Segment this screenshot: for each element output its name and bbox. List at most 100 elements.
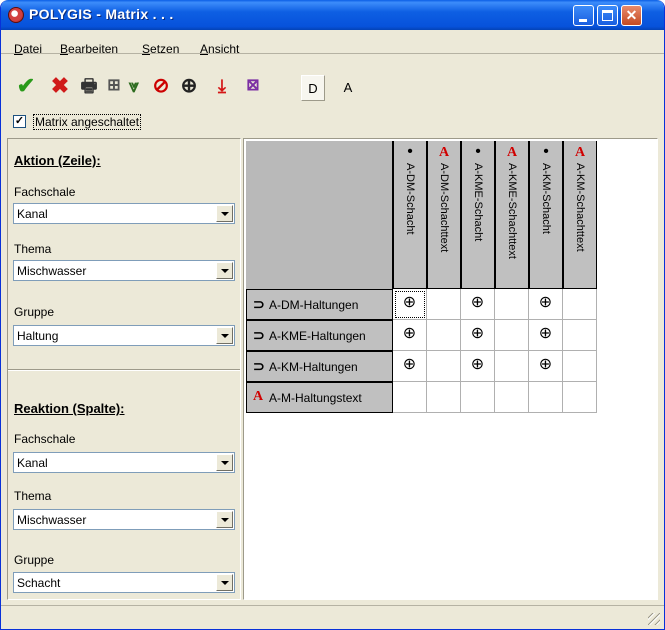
matrix-cell[interactable] [495, 320, 529, 351]
matrix-cell[interactable] [427, 289, 461, 320]
matrix-cell[interactable] [495, 351, 529, 382]
chevron-down-icon[interactable] [216, 262, 233, 279]
action-fachschale-value: Kanal [17, 207, 48, 221]
line-icon: ⊃ [253, 327, 265, 343]
column-header[interactable]: • A-KM-Schacht [529, 141, 563, 289]
reaction-thema-label: Thema [14, 489, 52, 503]
menu-bearbeiten-key: B [60, 42, 69, 56]
matrix-corner [246, 141, 393, 289]
menu-bearbeiten[interactable]: Bearbeiten [60, 43, 118, 55]
close-button[interactable]: ✕ [621, 5, 642, 26]
column-header[interactable]: • A-KME-Schacht [461, 141, 495, 289]
app-icon[interactable] [8, 7, 24, 23]
chevron-down-icon[interactable] [216, 574, 233, 591]
matrix-cell[interactable] [563, 320, 597, 351]
matrix-cell[interactable] [427, 320, 461, 351]
matrix-cell[interactable] [393, 382, 427, 413]
matrix-cell[interactable]: ⊕ [529, 351, 563, 382]
matrix-cell[interactable] [461, 382, 495, 413]
matrix-cell[interactable]: ⊕ [461, 320, 495, 351]
stop-icon[interactable]: ⊘ [150, 75, 172, 97]
matrix-cell[interactable]: ⊕ [393, 351, 427, 382]
minimize-icon [579, 19, 587, 22]
matrix-cell[interactable]: ⊕ [461, 289, 495, 320]
column-header[interactable]: • A-DM-Schacht [393, 141, 427, 289]
matrix-cell[interactable]: ⊕ [393, 320, 427, 351]
matrix-cell[interactable]: ⊕ [461, 351, 495, 382]
matrix-toggle-checkbox[interactable]: ✓ [13, 115, 26, 128]
column-header[interactable]: A A-DM-Schachttext [427, 141, 461, 289]
matrix-cell[interactable] [427, 382, 461, 413]
text-a-icon: A [574, 145, 586, 160]
matrix-cell[interactable] [563, 351, 597, 382]
reaction-gruppe-label: Gruppe [14, 553, 55, 567]
action-gruppe-select[interactable]: Haltung [13, 325, 235, 346]
matrix-cell[interactable] [563, 289, 597, 320]
matrix-cell[interactable]: ⊕ [393, 289, 427, 320]
row-header[interactable]: ⊃ A-KME-Haltungen [246, 320, 393, 351]
section-divider [8, 369, 240, 371]
cancel-x-icon[interactable]: ✖ [49, 75, 71, 97]
chevron-down-icon[interactable] [216, 454, 233, 471]
chevron-down-icon[interactable] [216, 327, 233, 344]
action-thema-value: Mischwasser [17, 264, 87, 278]
ok-check-icon[interactable]: ✔ [15, 75, 37, 97]
reaction-gruppe-select[interactable]: Schacht [13, 572, 235, 593]
a-toggle-button[interactable]: A [337, 75, 359, 97]
matrix-cell[interactable]: ⊕ [529, 289, 563, 320]
action-fachschale-select[interactable]: Kanal [13, 203, 235, 224]
line-icon: ⊃ [253, 358, 265, 374]
action-fachschale-label: Fachschale [14, 185, 76, 199]
menu-ansicht-key: A [200, 42, 209, 56]
text-a-icon: A [438, 145, 450, 160]
menu-bar: Datei Bearbeiten Setzen Ansicht [1, 30, 664, 55]
row-header[interactable]: ⊃ A-DM-Haltungen [246, 289, 393, 320]
reaction-fachschale-label: Fachschale [14, 432, 76, 446]
menu-datei[interactable]: Datei [14, 43, 42, 55]
matrix-cell[interactable] [495, 382, 529, 413]
column-label: A-KME-Schacht [472, 163, 484, 242]
funnel-icon[interactable]: ⩔ [123, 75, 145, 97]
hierarchy-icon[interactable]: ⊞ [103, 75, 125, 97]
print-icon[interactable]: 🖶 [78, 75, 100, 97]
reaction-title: Reaktion (Spalte): [14, 401, 125, 416]
line-icon: ⊃ [253, 296, 265, 312]
column-label: A-KM-Schacht [540, 163, 552, 234]
chevron-down-icon[interactable] [216, 511, 233, 528]
matrix-cell[interactable]: ⊕ [529, 320, 563, 351]
maximize-icon [602, 10, 613, 21]
menu-setzen-rest: etzen [150, 42, 180, 56]
matrix-toggle-label[interactable]: Matrix angeschaltet [33, 114, 142, 130]
chevron-down-icon[interactable] [216, 205, 233, 222]
column-header[interactable]: A A-KM-Schachttext [563, 141, 597, 289]
column-label: A-DM-Schachttext [438, 163, 450, 253]
title-bar[interactable]: POLYGIS - Matrix . . . ✕ [1, 0, 664, 30]
left-panel: Aktion (Zeile): Fachschale Kanal Thema M… [7, 138, 241, 600]
menu-setzen-key: S [142, 42, 151, 56]
reaction-thema-select[interactable]: Mischwasser [13, 509, 235, 530]
action-thema-select[interactable]: Mischwasser [13, 260, 235, 281]
row-header[interactable]: ⊃ A-KM-Haltungen [246, 351, 393, 382]
d-toggle-button[interactable]: D [301, 75, 325, 101]
matrix-cell[interactable] [427, 351, 461, 382]
menu-ansicht[interactable]: Ansicht [200, 43, 239, 55]
row-label: A-M-Haltungstext [269, 391, 362, 405]
menu-datei-key: D [14, 42, 23, 56]
matrix-cell[interactable] [495, 289, 529, 320]
reaction-fachschale-select[interactable]: Kanal [13, 452, 235, 473]
maximize-button[interactable] [597, 5, 618, 26]
crosshair-icon[interactable]: ⊕ [178, 75, 200, 97]
minimize-button[interactable] [573, 5, 594, 26]
download-arrow-icon[interactable]: ⤓ [211, 75, 233, 97]
row-label: A-KME-Haltungen [269, 329, 366, 343]
column-label: A-KME-Schachttext [506, 163, 518, 259]
row-label: A-DM-Haltungen [269, 298, 359, 312]
action-title: Aktion (Zeile): [14, 153, 101, 168]
row-header[interactable]: A A-M-Haltungstext [246, 382, 393, 413]
matrix-grid-icon[interactable]: ⊠ [242, 75, 264, 97]
matrix-cell[interactable] [529, 382, 563, 413]
column-header[interactable]: A A-KME-Schachttext [495, 141, 529, 289]
matrix-cell[interactable] [563, 382, 597, 413]
menu-setzen[interactable]: Setzen [142, 43, 179, 55]
resize-grip-icon[interactable] [648, 613, 660, 625]
